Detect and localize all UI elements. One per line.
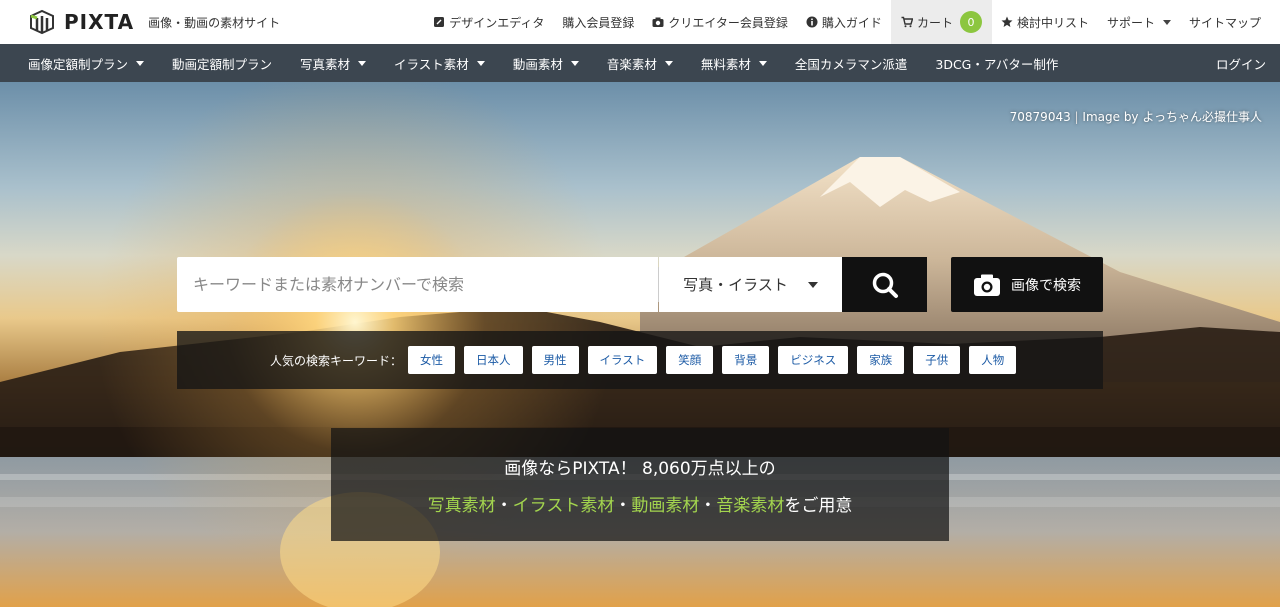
design-editor-label: デザインエディタ bbox=[449, 15, 545, 30]
promo-separator: ・ bbox=[614, 495, 632, 516]
sitemap-label: サイトマップ bbox=[1188, 15, 1261, 30]
search-input[interactable] bbox=[177, 257, 658, 312]
category-nav: 画像定額制プラン 動画定額制プラン 写真素材 イラスト素材 動画素材 音楽素材 … bbox=[0, 44, 1280, 82]
catnav-label: 動画定額制プラン bbox=[172, 56, 273, 72]
site-logo[interactable]: PIXTA bbox=[28, 8, 134, 36]
buyer-register-label: 購入会員登録 bbox=[562, 15, 635, 30]
hero-section: 70879043 | Image by よっちゃん必撮仕事人 写真・イラスト 画… bbox=[0, 82, 1280, 607]
keyword-tag[interactable]: 人物 bbox=[969, 346, 1017, 374]
pixta-logo-icon bbox=[30, 9, 54, 35]
popular-keywords: 人気の検索キーワード： 女性 日本人 男性 イラスト 笑顔 背景 ビジネス 家族… bbox=[177, 331, 1103, 389]
chevron-down-icon bbox=[476, 60, 485, 66]
cart-label: カート bbox=[916, 15, 953, 30]
promo-illust: イラスト素材 bbox=[512, 495, 615, 516]
catnav-free[interactable]: 無料素材 bbox=[687, 54, 781, 73]
keyword-tag[interactable]: 女性 bbox=[408, 346, 456, 374]
purchase-guide-label: 購入ガイド bbox=[821, 15, 882, 30]
catnav-label: 画像定額制プラン bbox=[28, 56, 129, 72]
keyword-tag[interactable]: 家族 bbox=[857, 346, 905, 374]
promo-photo: 写真素材 bbox=[427, 495, 496, 516]
keyword-tag[interactable]: 子供 bbox=[913, 346, 961, 374]
promo-tail: をご用意 bbox=[784, 495, 853, 516]
catnav-label: イラスト素材 bbox=[394, 56, 469, 72]
promo-video: 動画素材 bbox=[631, 495, 700, 516]
cart-icon bbox=[901, 16, 913, 28]
promo-separator: ・ bbox=[699, 495, 717, 516]
keyword-tag[interactable]: 背景 bbox=[722, 346, 770, 374]
catnav-photo[interactable]: 写真素材 bbox=[286, 54, 380, 73]
keyword-tag[interactable]: イラスト bbox=[587, 346, 658, 374]
edit-icon bbox=[434, 17, 445, 27]
search-icon bbox=[872, 272, 898, 298]
image-search-label: 画像で検索 bbox=[1011, 277, 1081, 294]
search-type-select[interactable]: 写真・イラスト bbox=[659, 257, 842, 312]
watchlist-label: 検討中リスト bbox=[1016, 15, 1089, 30]
image-search-button[interactable]: 画像で検索 bbox=[951, 257, 1103, 312]
promo-line-1: 画像ならPIXTA！ 8,060万点以上の bbox=[504, 458, 776, 479]
info-icon bbox=[806, 16, 818, 28]
design-editor-link[interactable]: デザインエディタ bbox=[424, 0, 553, 44]
credit-id: 70879043 bbox=[1009, 110, 1071, 124]
purchase-guide-link[interactable]: 購入ガイド bbox=[797, 0, 891, 44]
creator-register-link[interactable]: クリエイター会員登録 bbox=[643, 0, 797, 44]
catnav-music[interactable]: 音楽素材 bbox=[593, 54, 687, 73]
camera-icon bbox=[652, 17, 664, 27]
catnav-label: 無料素材 bbox=[700, 56, 751, 72]
creator-register-label: クリエイター会員登録 bbox=[668, 15, 788, 30]
catnav-cameraman[interactable]: 全国カメラマン派遣 bbox=[781, 54, 922, 73]
catnav-label: 音楽素材 bbox=[606, 56, 657, 72]
keyword-tag[interactable]: ビジネス bbox=[778, 346, 849, 374]
search-button[interactable] bbox=[842, 257, 927, 312]
top-header: PIXTA 画像・動画の素材サイト デザインエディタ 購入会員登録 クリエイター… bbox=[0, 0, 1280, 44]
buyer-register-link[interactable]: 購入会員登録 bbox=[553, 0, 643, 44]
keyword-tag[interactable]: 日本人 bbox=[464, 346, 523, 374]
catnav-illust[interactable]: イラスト素材 bbox=[380, 54, 499, 73]
catnav-video[interactable]: 動画素材 bbox=[499, 54, 593, 73]
chevron-down-icon bbox=[136, 60, 145, 66]
popular-keywords-label: 人気の検索キーワード： bbox=[270, 353, 403, 368]
promo-separator: ・ bbox=[495, 495, 513, 516]
login-link[interactable]: ログイン bbox=[1202, 54, 1266, 73]
search-type-label: 写真・イラスト bbox=[683, 276, 788, 294]
chevron-down-icon bbox=[358, 60, 367, 66]
tagline: 画像・動画の素材サイト bbox=[148, 15, 281, 30]
cart-count-badge: 0 bbox=[959, 11, 982, 33]
catnav-video-plan[interactable]: 動画定額制プラン bbox=[158, 54, 286, 73]
cart-link[interactable]: カート 0 bbox=[890, 0, 992, 44]
chevron-down-icon bbox=[758, 60, 767, 66]
chevron-down-icon bbox=[1162, 19, 1171, 25]
top-nav: デザインエディタ 購入会員登録 クリエイター会員登録 購入ガイド カート 0 検… bbox=[424, 0, 1270, 44]
catnav-image-plan[interactable]: 画像定額制プラン bbox=[14, 54, 158, 73]
chevron-down-icon bbox=[664, 60, 673, 66]
catnav-label: 全国カメラマン派遣 bbox=[794, 56, 908, 72]
chevron-down-icon bbox=[807, 281, 818, 288]
logo-text: PIXTA bbox=[64, 10, 135, 34]
promo-music: 音楽素材 bbox=[716, 495, 785, 516]
sitemap-link[interactable]: サイトマップ bbox=[1180, 0, 1270, 44]
search-bar: 写真・イラスト bbox=[177, 257, 927, 312]
star-icon bbox=[1001, 16, 1013, 27]
catnav-label: 写真素材 bbox=[300, 56, 351, 72]
support-menu[interactable]: サポート bbox=[1098, 0, 1180, 44]
keyword-tag[interactable]: 笑顔 bbox=[666, 346, 714, 374]
catnav-label: 動画素材 bbox=[512, 56, 563, 72]
catnav-3dcg[interactable]: 3DCG・アバター制作 bbox=[921, 54, 1072, 73]
keyword-tag[interactable]: 男性 bbox=[531, 346, 579, 374]
catnav-label: 3DCG・アバター制作 bbox=[935, 56, 1059, 72]
promo-line-2: 写真素材・イラスト素材・動画素材・音楽素材をご用意 bbox=[428, 491, 853, 516]
credit-separator: | bbox=[1074, 110, 1079, 124]
camera-icon bbox=[974, 274, 1000, 296]
support-label: サポート bbox=[1106, 15, 1155, 30]
credit-author: Image by よっちゃん必撮仕事人 bbox=[1082, 110, 1262, 124]
image-credit[interactable]: 70879043 | Image by よっちゃん必撮仕事人 bbox=[1010, 108, 1262, 125]
watchlist-link[interactable]: 検討中リスト bbox=[992, 0, 1098, 44]
chevron-down-icon bbox=[570, 60, 579, 66]
promo-banner: 画像ならPIXTA！ 8,060万点以上の 写真素材・イラスト素材・動画素材・音… bbox=[331, 428, 949, 541]
